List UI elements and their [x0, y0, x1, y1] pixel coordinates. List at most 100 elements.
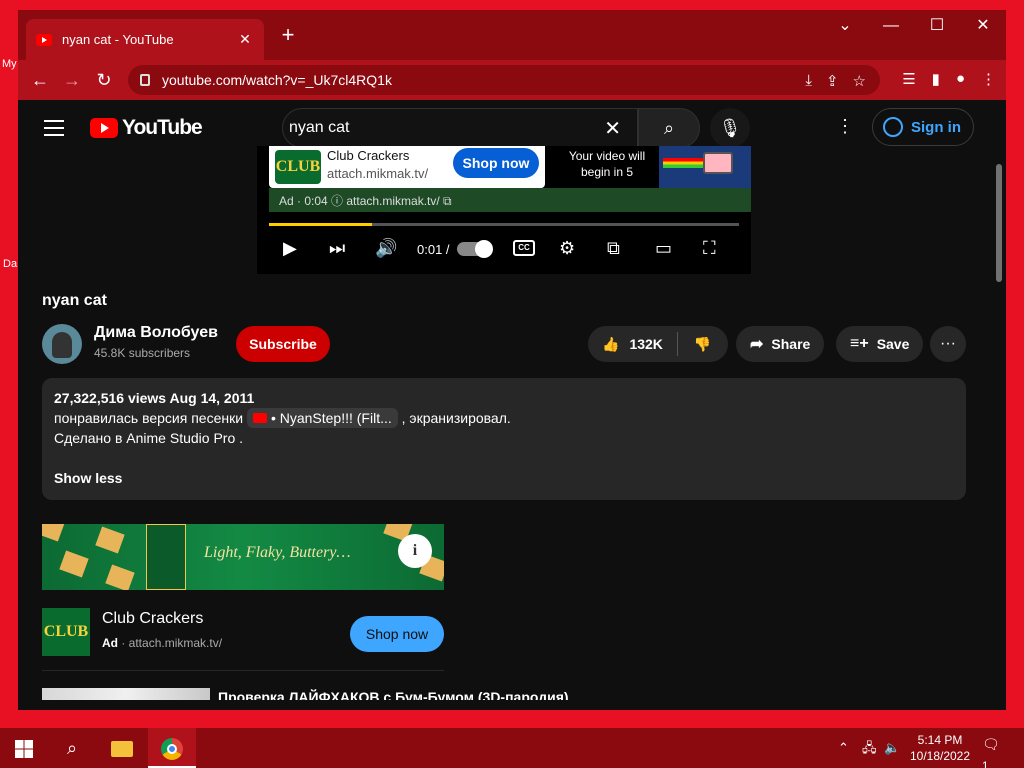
save-label: Save	[876, 336, 910, 352]
tab-title: nyan cat - YouTube	[62, 32, 174, 47]
clear-search-icon[interactable]: ✕	[604, 116, 621, 141]
more-actions-button[interactable]: ···	[930, 326, 966, 362]
clock-date: 10/18/2022	[909, 749, 971, 763]
notification-center-icon[interactable]: 🗨1	[982, 736, 1006, 768]
chrome-icon	[161, 738, 183, 761]
description-box[interactable]: 27,322,516 views Aug 14, 2011 понравилас…	[42, 378, 966, 500]
volume-tray-icon[interactable]: 🔈	[884, 728, 900, 768]
file-explorer-button[interactable]	[98, 728, 146, 768]
channel-name[interactable]: Дима Волобуев	[94, 324, 218, 342]
search-input[interactable]	[289, 119, 605, 137]
next-video-thumbnail	[659, 146, 751, 188]
network-icon[interactable]: 🖧	[862, 728, 877, 768]
share-button[interactable]: ➦ Share	[736, 326, 825, 362]
media-controls-icon[interactable]: ☰	[902, 70, 915, 88]
description-text: понравилась версия песенки	[54, 410, 244, 426]
reload-button[interactable]: ↻	[88, 70, 120, 91]
subscribe-button[interactable]: Subscribe	[236, 326, 330, 362]
user-icon	[883, 117, 903, 137]
next-icon[interactable]: ⏭	[329, 238, 345, 259]
info-icon[interactable]: i	[398, 534, 432, 568]
system-clock[interactable]: 5:14 PM 10/18/2022	[900, 732, 980, 764]
theater-mode-icon[interactable]: ▭	[655, 238, 672, 259]
browser-tab[interactable]: nyan cat - YouTube ✕	[26, 19, 264, 60]
forward-button[interactable]: →	[56, 70, 88, 91]
microphone-icon[interactable]: 🎙	[710, 108, 750, 148]
youtube-favicon-icon	[36, 33, 52, 46]
address-bar[interactable]: youtube.com/watch?v=_Uk7cl4RQ1k ⤓ ⇪ ☆	[128, 65, 880, 95]
ad-url[interactable]: attach.mikmak.tv/	[327, 166, 428, 181]
profile-icon[interactable]: ●	[956, 70, 965, 88]
thumbs-down-icon: 👎	[693, 335, 712, 352]
save-button[interactable]: ≡+ Save	[836, 326, 924, 362]
side-panel-icon[interactable]: ▮	[932, 70, 940, 88]
ad-overlay-card[interactable]: CLUB Club Crackers attach.mikmak.tv/ Sho…	[269, 146, 545, 188]
ad-badge: Ad	[102, 636, 118, 650]
tab-close-icon[interactable]: ✕	[236, 31, 254, 48]
linked-video-chip[interactable]: • NyanStep!!! (Filt...	[246, 408, 398, 428]
chrome-taskbar-button[interactable]	[148, 728, 196, 768]
share-arrow-icon: ➦	[750, 336, 764, 353]
ad-meta[interactable]: Ad · 0:04 ⓘ attach.mikmak.tv/ ⧉	[279, 192, 452, 209]
minimize-button[interactable]: —	[868, 10, 914, 42]
search-taskbar-icon[interactable]: ⌕	[48, 728, 96, 768]
settings-more-icon[interactable]: ⋮	[836, 116, 854, 137]
clock-time: 5:14 PM	[917, 733, 963, 747]
captions-icon[interactable]: CC	[513, 240, 535, 256]
play-icon[interactable]: ▶	[283, 238, 297, 259]
start-button[interactable]	[0, 728, 48, 768]
club-crackers-logo[interactable]: CLUB	[42, 608, 90, 656]
notification-count: 1	[982, 759, 989, 768]
maximize-button[interactable]: ☐	[914, 10, 960, 42]
view-count-date: 27,322,516 views Aug 14, 2011	[54, 390, 255, 406]
video-player[interactable]: CLUB Club Crackers attach.mikmak.tv/ Sho…	[257, 146, 751, 274]
show-hidden-icons-chevron-icon[interactable]: ⌃	[838, 728, 849, 768]
ad-countdown: Your video will begin in 5	[557, 146, 657, 188]
description-line: Сделано в Anime Studio Pro .	[54, 430, 244, 446]
scrollbar-thumb[interactable]	[996, 164, 1002, 282]
shop-now-button[interactable]: Shop now	[350, 616, 444, 652]
sidebar-ad-banner[interactable]: Light, Flaky, Buttery… i	[42, 524, 444, 590]
miniplayer-icon[interactable]: ⧉	[607, 238, 620, 259]
shop-now-button[interactable]: Shop now	[453, 148, 539, 178]
sign-in-button[interactable]: Sign in	[872, 108, 974, 146]
lock-icon[interactable]	[140, 74, 150, 86]
search-box[interactable]: ✕	[282, 108, 638, 148]
ad-brand-name: Club Crackers	[327, 148, 410, 163]
sign-in-label: Sign in	[911, 118, 961, 136]
progress-bar[interactable]	[269, 223, 739, 226]
playlist-add-icon: ≡+	[850, 335, 869, 352]
scrollbar[interactable]	[992, 156, 1006, 710]
divider	[42, 670, 444, 671]
folder-icon	[111, 741, 133, 758]
recommended-thumbnail[interactable]	[42, 688, 210, 700]
menu-icon[interactable]	[44, 120, 64, 141]
fullscreen-icon[interactable]: ⛶	[703, 238, 716, 259]
like-button[interactable]: 👍 132K	[588, 332, 678, 356]
new-tab-button[interactable]: +	[276, 24, 300, 48]
close-window-button[interactable]: ✕	[960, 10, 1006, 42]
autoplay-toggle[interactable]	[457, 240, 493, 258]
search-button[interactable]: ⌕	[638, 108, 700, 148]
share-icon[interactable]: ⇪	[826, 72, 839, 90]
ad-title[interactable]: Club Crackers	[102, 610, 203, 628]
youtube-play-icon	[90, 118, 118, 138]
channel-avatar[interactable]	[42, 324, 82, 364]
desktop-icon-label[interactable]: Da	[3, 258, 17, 270]
youtube-icon	[252, 413, 267, 423]
dislike-button[interactable]: 👎	[678, 336, 727, 353]
volume-icon[interactable]: 🔊	[375, 238, 397, 259]
browser-menu-icon[interactable]: ⋮	[981, 70, 996, 88]
settings-gear-icon[interactable]: ⚙	[559, 238, 575, 259]
show-less-button[interactable]: Show less	[54, 468, 954, 488]
youtube-logo[interactable]: YouTube	[90, 116, 203, 140]
back-button[interactable]: ←	[24, 70, 56, 91]
tab-search-chevron-icon[interactable]: ⌄	[822, 10, 868, 42]
recommended-title[interactable]: Проверка ЛАЙФХАКОВ с Бум-Бумом (3D-парод…	[218, 689, 569, 700]
install-icon[interactable]: ⤓	[805, 72, 812, 90]
ad-tagline: Light, Flaky, Buttery…	[204, 544, 351, 561]
desktop-icon-label[interactable]: My	[2, 58, 17, 70]
url-text[interactable]: youtube.com/watch?v=_Uk7cl4RQ1k	[162, 72, 392, 88]
watch-page: CLUB Club Crackers attach.mikmak.tv/ Sho…	[18, 146, 1006, 700]
bookmark-star-icon[interactable]: ☆	[853, 72, 866, 90]
